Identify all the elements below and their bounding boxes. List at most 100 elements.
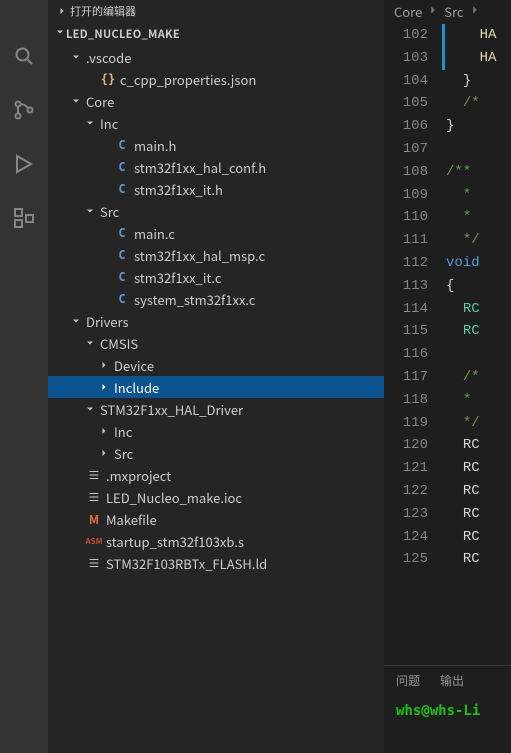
folder-item[interactable]: Core xyxy=(48,90,384,112)
item-label: Makefile xyxy=(104,510,157,529)
search-icon[interactable] xyxy=(0,32,48,80)
line-number-gutter: 1021031041051061071081091101111121131141… xyxy=(384,24,442,665)
code-line[interactable]: RC xyxy=(442,298,511,321)
c-file-icon: C xyxy=(112,292,132,306)
code-line[interactable]: RC xyxy=(442,320,511,343)
code-content[interactable]: HA HA } /*} /** * * */void{ RC RC /* * *… xyxy=(442,24,511,665)
chevron-right-icon xyxy=(96,425,112,437)
item-label: Src xyxy=(98,202,119,221)
folder-item[interactable]: Inc xyxy=(48,112,384,134)
code-line[interactable] xyxy=(442,138,511,161)
code-line[interactable]: HA xyxy=(442,24,511,47)
c-file-icon: C xyxy=(112,226,132,240)
c-file-icon: C xyxy=(112,248,132,262)
code-line[interactable]: RC xyxy=(442,548,511,571)
source-control-icon[interactable] xyxy=(0,86,48,134)
panel-tab[interactable]: 输出 xyxy=(440,672,464,689)
code-line[interactable]: } xyxy=(442,70,511,93)
code-line[interactable]: /* xyxy=(442,92,511,115)
line-number: 111 xyxy=(384,229,428,252)
folder-item[interactable]: Src xyxy=(48,200,384,222)
file-item[interactable]: Cmain.c xyxy=(48,222,384,244)
code-line[interactable]: /** xyxy=(442,161,511,184)
chevron-down-icon xyxy=(82,205,98,217)
item-label: main.c xyxy=(132,224,175,243)
c-file-icon: C xyxy=(112,138,132,152)
code-line[interactable]: RC xyxy=(442,526,511,549)
item-label: stm32f1xx_hal_conf.h xyxy=(132,158,266,177)
code-line[interactable]: RC xyxy=(442,480,511,503)
folder-item[interactable]: STM32F1xx_HAL_Driver xyxy=(48,398,384,420)
breadcrumb[interactable]: Core Src xyxy=(384,0,511,24)
code-line[interactable]: */ xyxy=(442,229,511,252)
generic-file-icon xyxy=(84,490,104,504)
chevron-down-icon xyxy=(82,117,98,129)
folder-item[interactable]: CMSIS xyxy=(48,332,384,354)
terminal-prompt: whs@whs-Li xyxy=(396,703,480,719)
chevron-right-icon xyxy=(96,381,112,393)
code-line[interactable]: * xyxy=(442,184,511,207)
code-line[interactable]: HA xyxy=(442,47,511,70)
line-number: 122 xyxy=(384,480,428,503)
line-number: 120 xyxy=(384,434,428,457)
generic-file-icon xyxy=(84,468,104,482)
asm-file-icon: ASM xyxy=(84,536,104,547)
breadcrumb-segment[interactable]: Core xyxy=(394,2,422,21)
line-number: 121 xyxy=(384,457,428,480)
folder-item[interactable]: Device xyxy=(48,354,384,376)
code-line[interactable]: void xyxy=(442,252,511,275)
line-number: 113 xyxy=(384,275,428,298)
code-line[interactable]: RC xyxy=(442,503,511,526)
file-item[interactable]: Cstm32f1xx_it.h xyxy=(48,178,384,200)
code-line[interactable]: RC xyxy=(442,434,511,457)
panel-tab[interactable]: 问题 xyxy=(396,672,420,689)
file-item[interactable]: MMakefile xyxy=(48,508,384,530)
item-label: main.h xyxy=(132,136,176,155)
extensions-icon[interactable] xyxy=(0,194,48,242)
code-line[interactable]: } xyxy=(442,115,511,138)
file-item[interactable]: .mxproject xyxy=(48,464,384,486)
file-item[interactable]: Cmain.h xyxy=(48,134,384,156)
file-item[interactable]: Csystem_stm32f1xx.c xyxy=(48,288,384,310)
file-item[interactable]: STM32F103RBTx_FLASH.ld xyxy=(48,552,384,574)
code-line[interactable]: * xyxy=(442,389,511,412)
folder-item[interactable]: Include xyxy=(48,376,384,398)
open-editors-header[interactable]: 打开的编辑器 xyxy=(48,0,384,22)
line-number: 115 xyxy=(384,320,428,343)
code-editor[interactable]: 1021031041051061071081091101111121131141… xyxy=(384,24,511,665)
file-item[interactable]: ASMstartup_stm32f103xb.s xyxy=(48,530,384,552)
folder-item[interactable]: Drivers xyxy=(48,310,384,332)
item-label: .vscode xyxy=(84,48,131,67)
file-item[interactable]: Cstm32f1xx_hal_msp.c xyxy=(48,244,384,266)
c-file-icon: C xyxy=(112,160,132,174)
item-label: CMSIS xyxy=(98,334,138,353)
code-line[interactable]: * xyxy=(442,206,511,229)
code-line[interactable]: { xyxy=(442,275,511,298)
code-line[interactable]: */ xyxy=(442,412,511,435)
code-line[interactable]: RC xyxy=(442,457,511,480)
chevron-down-icon xyxy=(68,315,84,327)
folder-item[interactable]: Src xyxy=(48,442,384,464)
file-item[interactable]: {}c_cpp_properties.json xyxy=(48,68,384,90)
project-header[interactable]: LED_NUCLEO_MAKE xyxy=(48,22,384,46)
file-item[interactable]: LED_Nucleo_make.ioc xyxy=(48,486,384,508)
line-number: 123 xyxy=(384,503,428,526)
makefile-icon: M xyxy=(84,511,104,528)
folder-item[interactable]: Inc xyxy=(48,420,384,442)
item-label: Device xyxy=(112,356,154,375)
line-number: 119 xyxy=(384,412,428,435)
folder-item[interactable]: .vscode xyxy=(48,46,384,68)
code-line[interactable]: /* xyxy=(442,366,511,389)
item-label: stm32f1xx_it.c xyxy=(132,268,221,287)
terminal-output[interactable]: whs@whs-Li xyxy=(384,695,511,753)
run-debug-icon[interactable] xyxy=(0,140,48,188)
code-line[interactable] xyxy=(442,343,511,366)
breadcrumb-segment[interactable]: Src xyxy=(444,2,463,21)
c-file-icon: C xyxy=(112,182,132,196)
line-number: 125 xyxy=(384,548,428,571)
file-item[interactable]: Cstm32f1xx_hal_conf.h xyxy=(48,156,384,178)
item-label: stm32f1xx_hal_msp.c xyxy=(132,246,265,265)
chevron-right-icon xyxy=(96,447,112,459)
file-item[interactable]: Cstm32f1xx_it.c xyxy=(48,266,384,288)
item-label: LED_Nucleo_make.ioc xyxy=(104,488,242,507)
